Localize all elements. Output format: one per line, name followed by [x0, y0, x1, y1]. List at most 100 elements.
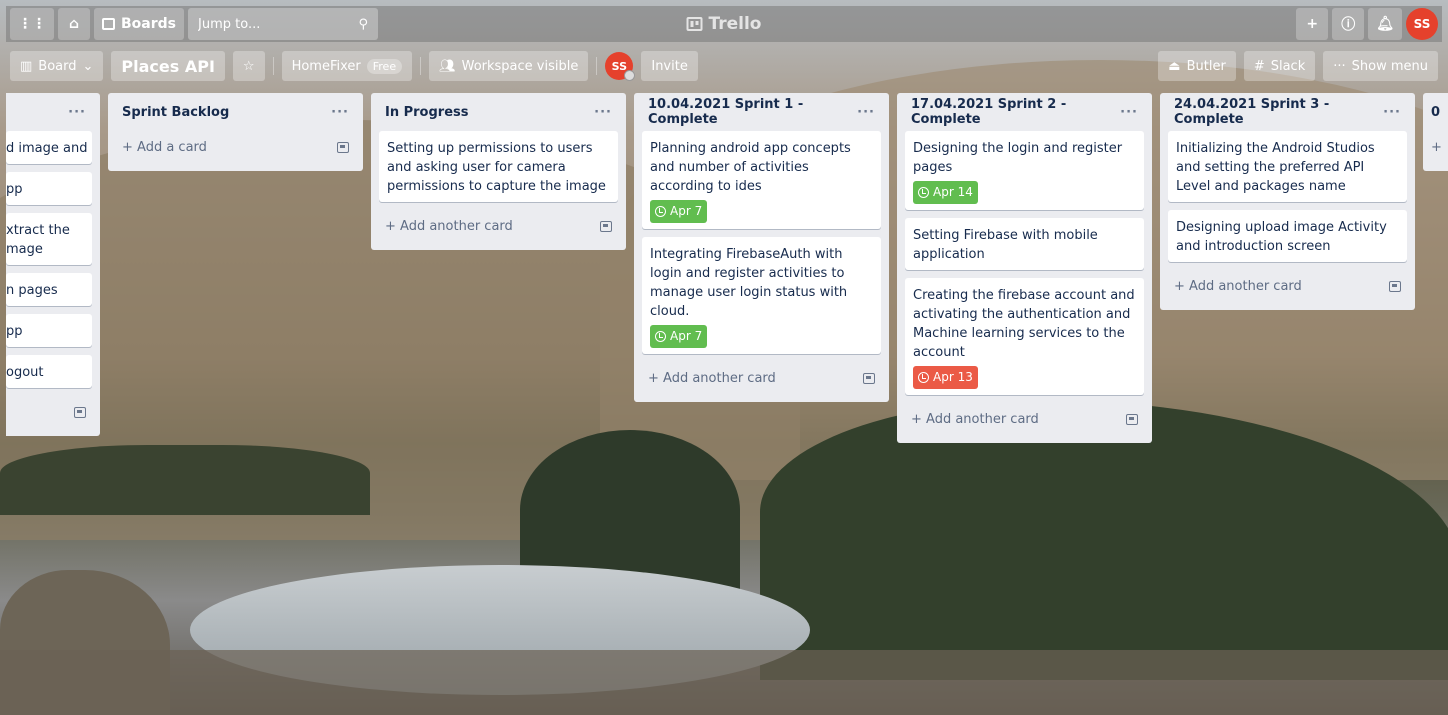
- apps-grid-icon[interactable]: ⋮⋮: [10, 8, 54, 40]
- board-view-icon: ▥: [20, 58, 33, 74]
- workspace-button[interactable]: HomeFixer Free: [281, 51, 413, 81]
- list-item[interactable]: xtract the mage: [6, 213, 92, 265]
- due-date-badge[interactable]: Apr 7: [650, 325, 708, 348]
- board-view-switcher[interactable]: ▥ Board ⌄: [10, 51, 104, 81]
- list-menu-icon[interactable]: ···: [857, 105, 875, 120]
- list-item[interactable]: Initializing the Android Studios and set…: [1168, 131, 1407, 202]
- list-menu-icon[interactable]: ···: [594, 105, 612, 120]
- show-menu-button[interactable]: ··· Show menu: [1323, 51, 1438, 81]
- list-partial-right: 0 +: [1423, 93, 1448, 171]
- clock-icon: [655, 331, 666, 342]
- workspace-name: HomeFixer: [291, 58, 361, 74]
- board-title[interactable]: Places API: [111, 51, 225, 81]
- add-card-button[interactable]: + Add another card: [1168, 270, 1407, 302]
- card-template-icon[interactable]: [863, 372, 875, 384]
- search-input[interactable]: [198, 16, 348, 32]
- home-icon[interactable]: ⌂: [58, 8, 90, 40]
- list-item[interactable]: Designing the login and register pages A…: [905, 131, 1144, 210]
- trello-logo-icon: [686, 17, 703, 31]
- list-item[interactable]: Setting up permissions to users and aski…: [379, 131, 618, 202]
- more-dots-icon: ···: [1333, 58, 1346, 74]
- board-view-label: Board: [38, 58, 77, 74]
- list-title[interactable]: 17.04.2021 Sprint 2 - Complete: [911, 97, 1120, 127]
- board-header: ▥ Board ⌄ Places API ☆ HomeFixer Free 👥︎…: [6, 48, 1442, 84]
- card-title: Planning android app concepts and number…: [650, 141, 851, 194]
- slack-icon: #: [1253, 58, 1265, 74]
- add-card-button[interactable]: +: [1429, 131, 1448, 163]
- add-card-button[interactable]: + Add another card: [642, 362, 881, 394]
- card-title: Initializing the Android Studios and set…: [1176, 141, 1375, 194]
- add-card-button[interactable]: + Add another card: [379, 210, 618, 242]
- info-icon[interactable]: ⓘ: [1332, 8, 1365, 40]
- plus-icon: +: [648, 370, 664, 386]
- clock-icon: [918, 187, 929, 198]
- list-menu-icon[interactable]: ···: [68, 105, 86, 120]
- list-sprint-3: 24.04.2021 Sprint 3 - Complete ··· Initi…: [1160, 93, 1415, 310]
- list-item[interactable]: d image and: [6, 131, 92, 164]
- slack-button[interactable]: # Slack: [1243, 51, 1316, 81]
- card-template-icon[interactable]: [74, 406, 86, 418]
- chevron-down-icon: ⌄: [82, 58, 94, 74]
- plus-icon: +: [1174, 278, 1190, 294]
- card-template-icon[interactable]: [600, 220, 612, 232]
- search-icon: ⚲: [358, 16, 368, 32]
- butler-button[interactable]: ⏏ Butler: [1158, 51, 1236, 81]
- list-title[interactable]: 10.04.2021 Sprint 1 - Complete: [648, 97, 857, 127]
- star-board-icon[interactable]: ☆: [232, 51, 265, 81]
- visibility-button[interactable]: 👥︎ Workspace visible: [429, 51, 589, 81]
- create-plus-icon[interactable]: +: [1296, 8, 1329, 40]
- add-card-button[interactable]: + Add a card: [116, 131, 355, 163]
- list-item[interactable]: Designing upload image Activity and intr…: [1168, 210, 1407, 262]
- list-item[interactable]: Setting Firebase with mobile application: [905, 218, 1144, 270]
- card-title: Setting up permissions to users and aski…: [387, 141, 606, 194]
- jump-to-search[interactable]: ⚲: [188, 8, 378, 40]
- visibility-label: Workspace visible: [461, 58, 579, 74]
- top-header: ⋮⋮ ⌂ Boards ⚲ Trello + ⓘ 🔔︎ SS: [6, 6, 1442, 42]
- boards-icon: [102, 18, 115, 30]
- due-date-badge[interactable]: Apr 13: [913, 366, 978, 389]
- butler-icon: ⏏: [1168, 58, 1181, 74]
- list-item[interactable]: Integrating FirebaseAuth with login and …: [642, 237, 881, 354]
- plus-icon: +: [1431, 139, 1442, 155]
- clock-icon: [655, 206, 666, 217]
- card-title: Creating the firebase account and activa…: [913, 288, 1135, 360]
- plan-badge: Free: [366, 58, 403, 74]
- due-date-badge[interactable]: Apr 14: [913, 181, 978, 204]
- due-date-badge[interactable]: Apr 7: [650, 200, 708, 223]
- card-title: Designing upload image Activity and intr…: [1176, 220, 1387, 254]
- card-template-icon[interactable]: [1126, 413, 1138, 425]
- clock-icon: [918, 372, 929, 383]
- list-sprint-1: 10.04.2021 Sprint 1 - Complete ··· Plann…: [634, 93, 889, 402]
- list-in-progress: In Progress ··· Setting up permissions t…: [371, 93, 626, 250]
- add-card-button[interactable]: + Add another card: [905, 403, 1144, 435]
- list-item[interactable]: n pages: [6, 273, 92, 306]
- invite-button[interactable]: Invite: [641, 51, 698, 81]
- list-title[interactable]: In Progress: [385, 105, 469, 120]
- boards-button[interactable]: Boards: [94, 8, 184, 40]
- list-title[interactable]: 24.04.2021 Sprint 3 - Complete: [1174, 97, 1383, 127]
- plus-icon: +: [911, 411, 927, 427]
- admin-badge-icon: [624, 70, 636, 81]
- list-item[interactable]: ogout: [6, 355, 92, 388]
- list-menu-icon[interactable]: ···: [1383, 105, 1401, 120]
- card-template-icon[interactable]: [1389, 280, 1401, 292]
- notifications-bell-icon[interactable]: 🔔︎: [1368, 8, 1402, 40]
- list-title[interactable]: 0: [1431, 105, 1440, 120]
- list-item[interactable]: pp: [6, 172, 92, 205]
- user-avatar[interactable]: SS: [1406, 8, 1438, 40]
- list-title[interactable]: Sprint Backlog: [122, 105, 229, 120]
- card-title: Integrating FirebaseAuth with login and …: [650, 247, 848, 319]
- list-item[interactable]: pp: [6, 314, 92, 347]
- member-avatar[interactable]: SS: [605, 52, 636, 81]
- list-partial-left: ··· d image and pp xtract the mage n page…: [6, 93, 100, 436]
- trello-logo[interactable]: Trello: [686, 14, 761, 34]
- list-sprint-backlog: Sprint Backlog ··· + Add a card: [108, 93, 363, 171]
- list-menu-icon[interactable]: ···: [331, 105, 349, 120]
- list-item[interactable]: Creating the firebase account and activa…: [905, 278, 1144, 395]
- list-item[interactable]: Planning android app concepts and number…: [642, 131, 881, 229]
- people-icon: 👥︎: [439, 58, 456, 74]
- list-sprint-2: 17.04.2021 Sprint 2 - Complete ··· Desig…: [897, 93, 1152, 443]
- card-template-icon[interactable]: [337, 141, 349, 153]
- list-menu-icon[interactable]: ···: [1120, 105, 1138, 120]
- card-title: Designing the login and register pages: [913, 141, 1123, 175]
